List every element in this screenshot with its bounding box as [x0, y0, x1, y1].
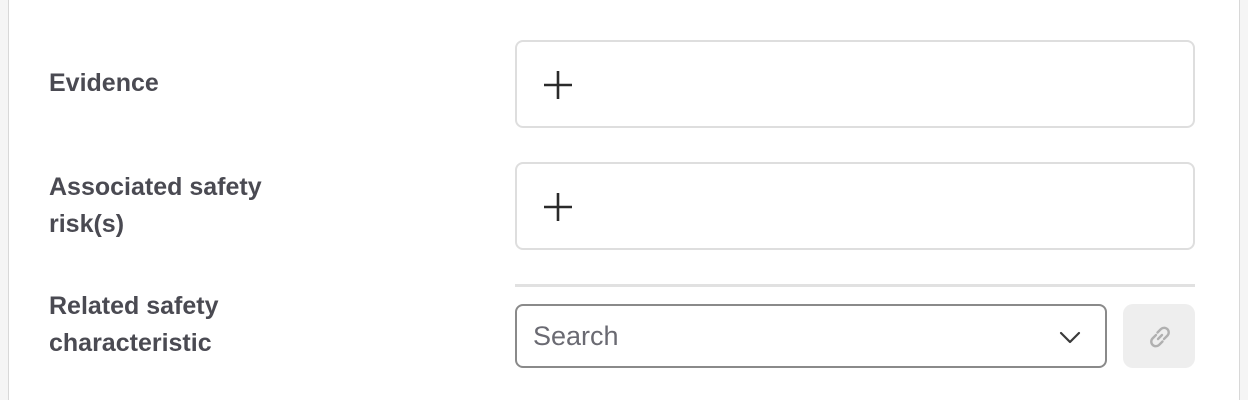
evidence-add-field[interactable] — [515, 40, 1195, 128]
associated-risks-label-line1: Associated safety — [49, 173, 262, 201]
related-characteristic-label-line1: Related safety — [49, 292, 219, 320]
link-button[interactable] — [1123, 304, 1195, 368]
link-icon — [1150, 326, 1170, 348]
related-characteristic-label-line2: characteristic — [49, 329, 212, 357]
form-panel: Evidence Associated safety risk(s) Relat… — [8, 0, 1240, 400]
chevron-down-icon[interactable] — [1059, 326, 1081, 348]
related-characteristic-label: Related safety characteristic — [49, 288, 349, 362]
characteristic-search-input[interactable] — [533, 306, 1033, 366]
plus-icon[interactable] — [543, 70, 573, 100]
associated-risks-label-line2: risk(s) — [49, 210, 125, 238]
associated-risks-label: Associated safety risk(s) — [49, 169, 349, 243]
section-divider — [515, 284, 1195, 287]
evidence-label-text: Evidence — [49, 69, 159, 97]
characteristic-search-select[interactable] — [515, 304, 1107, 368]
plus-icon[interactable] — [543, 192, 573, 222]
associated-risks-add-field[interactable] — [515, 162, 1195, 250]
evidence-label: Evidence — [49, 65, 349, 102]
